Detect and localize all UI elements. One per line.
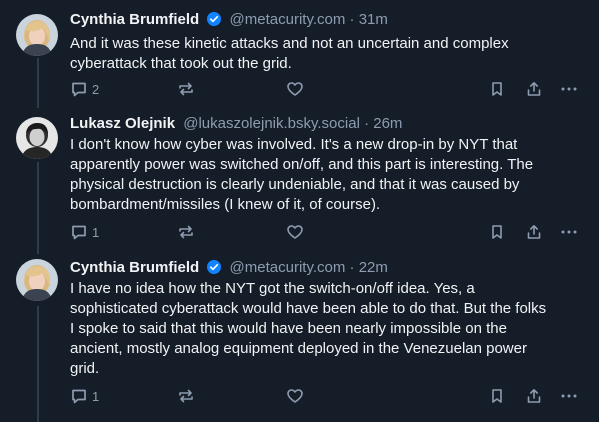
- post-text: I don't know how cyber was involved. It'…: [70, 136, 534, 213]
- more-options-button[interactable]: [560, 79, 578, 99]
- avatar[interactable]: [16, 14, 58, 56]
- share-button[interactable]: [525, 222, 543, 242]
- avatar-man-bw-icon: [16, 117, 58, 159]
- post[interactable]: Cynthia Brumfield @metacurity.com · 31m …: [0, 0, 599, 108]
- repost-icon: [179, 225, 193, 239]
- repost-icon: [179, 82, 193, 96]
- separator: ·: [349, 11, 355, 28]
- post-actions: 1: [70, 222, 585, 242]
- bookmark-button[interactable]: [488, 386, 506, 406]
- author-handle[interactable]: @lukaszolejnik.bsky.social: [183, 115, 360, 132]
- reply-count: 1: [92, 224, 100, 240]
- ellipsis-icon: [561, 230, 577, 234]
- repost-button[interactable]: [177, 222, 195, 242]
- reply-icon: [72, 225, 86, 240]
- repost-button[interactable]: [177, 79, 195, 99]
- share-icon: [527, 389, 541, 403]
- author-handle[interactable]: @metacurity.com: [230, 259, 346, 276]
- ellipsis-icon: [561, 87, 577, 91]
- more-options-button[interactable]: [560, 222, 578, 242]
- author-handle[interactable]: @metacurity.com: [230, 11, 346, 28]
- verified-badge-icon: [207, 12, 222, 26]
- avatar-woman-blonde-icon: [16, 259, 58, 301]
- avatar[interactable]: [16, 259, 58, 301]
- bookmark-icon: [492, 225, 502, 239]
- share-button[interactable]: [525, 79, 543, 99]
- like-button[interactable]: [286, 386, 304, 406]
- share-button[interactable]: [525, 386, 543, 406]
- avatar-woman-blonde-icon: [16, 14, 58, 56]
- avatar[interactable]: [16, 117, 58, 159]
- post-actions: 1: [70, 386, 585, 406]
- separator: ·: [349, 259, 355, 276]
- more-options-button[interactable]: [560, 386, 578, 406]
- post-text: And it was these kinetic attacks and not…: [70, 35, 509, 72]
- reply-button[interactable]: 1: [70, 386, 99, 406]
- post-time[interactable]: 22m: [359, 259, 388, 276]
- heart-icon: [287, 225, 303, 239]
- heart-icon: [287, 82, 303, 96]
- post[interactable]: Lukasz Olejnik @lukaszolejnik.bsky.socia…: [0, 108, 599, 254]
- repost-icon: [179, 389, 193, 403]
- post-header: Cynthia Brumfield @metacurity.com · 31m: [70, 10, 388, 30]
- post-header: Cynthia Brumfield @metacurity.com · 22m: [70, 258, 388, 278]
- reply-count: 2: [92, 81, 100, 97]
- ellipsis-icon: [561, 394, 577, 398]
- author-name[interactable]: Cynthia Brumfield: [70, 259, 199, 276]
- post-header: Lukasz Olejnik @lukaszolejnik.bsky.socia…: [70, 114, 402, 134]
- reply-button[interactable]: 2: [70, 79, 99, 99]
- share-icon: [527, 225, 541, 239]
- share-icon: [527, 82, 541, 96]
- like-button[interactable]: [286, 222, 304, 242]
- reply-button[interactable]: 1: [70, 222, 99, 242]
- post-actions: 2: [70, 79, 585, 99]
- author-name[interactable]: Lukasz Olejnik: [70, 115, 175, 132]
- reply-count: 1: [92, 388, 100, 404]
- bookmark-icon: [492, 389, 502, 403]
- bookmark-icon: [492, 82, 502, 96]
- post-time[interactable]: 26m: [373, 115, 402, 132]
- post[interactable]: Cynthia Brumfield @metacurity.com · 22m …: [0, 254, 599, 422]
- repost-button[interactable]: [177, 386, 195, 406]
- post-time[interactable]: 31m: [359, 11, 388, 28]
- bookmark-button[interactable]: [488, 222, 506, 242]
- bookmark-button[interactable]: [488, 79, 506, 99]
- reply-icon: [72, 389, 86, 404]
- reply-icon: [72, 82, 86, 97]
- verified-badge-icon: [207, 260, 222, 274]
- post-text: I have no idea how the NYT got the switc…: [70, 280, 547, 377]
- like-button[interactable]: [286, 79, 304, 99]
- heart-icon: [287, 389, 303, 403]
- separator: ·: [364, 115, 370, 132]
- author-name[interactable]: Cynthia Brumfield: [70, 11, 199, 28]
